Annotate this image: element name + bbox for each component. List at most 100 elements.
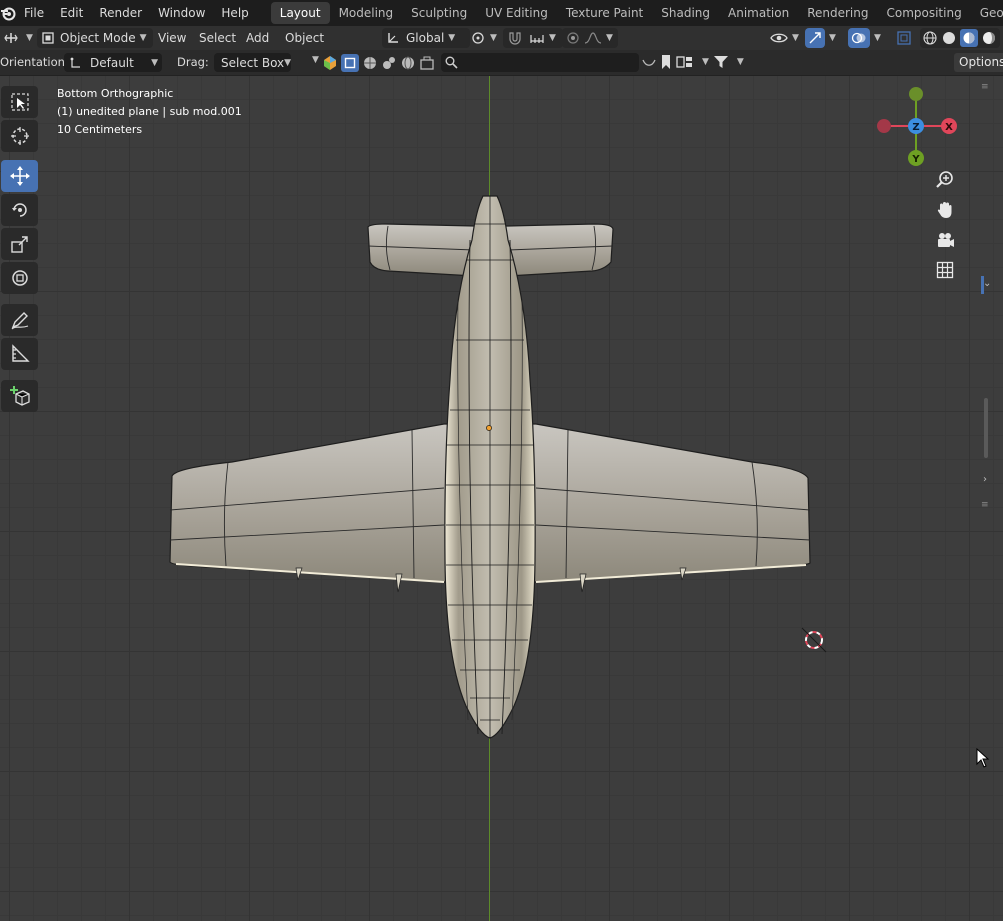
filter-icons: ▼ ▼	[642, 54, 744, 70]
cursor-tool[interactable]	[1, 120, 38, 152]
3d-cursor-icon[interactable]	[800, 626, 828, 654]
filter-funnel-icon[interactable]	[713, 54, 729, 70]
chevron-down-icon[interactable]: ▼	[702, 57, 709, 67]
tab-modeling[interactable]: Modeling	[330, 2, 403, 24]
gizmo-z-handle[interactable]: Z	[908, 118, 924, 134]
blender-logo-icon[interactable]	[0, 0, 16, 26]
menu-window[interactable]: Window	[150, 0, 213, 26]
gizmo-neg-y-handle[interactable]	[909, 87, 923, 101]
select-light-icon[interactable]	[381, 55, 397, 71]
select-mesh-icon[interactable]	[362, 55, 378, 71]
drag-handle-icon[interactable]: ≡	[981, 82, 989, 92]
select-world-icon[interactable]	[400, 55, 416, 71]
solid-shading-icon[interactable]	[941, 30, 957, 46]
display-filter-icon[interactable]	[676, 54, 694, 70]
color-picker-icon[interactable]	[322, 55, 338, 71]
transform-icon	[11, 270, 28, 286]
tab-geometry-nodes[interactable]: Geometry Nodes	[971, 2, 1003, 24]
orientation-label: Orientation:	[0, 55, 69, 69]
tab-uv-editing[interactable]: UV Editing	[476, 2, 557, 24]
overlays-toggle[interactable]: ▼	[848, 28, 881, 48]
shading-modes	[920, 28, 1000, 48]
move-tool[interactable]	[1, 160, 38, 192]
search-input[interactable]	[441, 53, 639, 72]
curve-toggle-icon[interactable]	[642, 55, 656, 69]
rotate-tool[interactable]	[1, 194, 38, 226]
rendered-shading-icon[interactable]	[981, 30, 997, 46]
gizmo-toggle[interactable]: ▼	[805, 28, 836, 48]
transform-orientation-selector[interactable]: Global ▼	[382, 28, 470, 48]
gizmo-neg-x-handle[interactable]	[877, 119, 891, 133]
tab-rendering[interactable]: Rendering	[798, 2, 877, 24]
menu-view[interactable]: View	[158, 28, 186, 48]
hand-icon	[937, 202, 952, 218]
eye-icon	[770, 33, 788, 43]
transform-tool[interactable]	[1, 262, 38, 294]
menu-add[interactable]: Add	[246, 28, 269, 48]
drag-dropdown[interactable]: Select Box ▼	[214, 53, 291, 72]
menu-select[interactable]: Select	[199, 28, 236, 48]
chevron-down-icon: ▼	[26, 33, 33, 43]
xray-toggle[interactable]	[896, 28, 912, 48]
mode-selector[interactable]: Object Mode ▼	[37, 28, 153, 48]
tab-animation[interactable]: Animation	[719, 2, 798, 24]
bookmark-icon[interactable]	[660, 54, 672, 70]
options-button[interactable]: Options	[954, 53, 1003, 72]
select-other-icon[interactable]	[419, 55, 435, 71]
chevron-right-icon[interactable]: ›	[983, 474, 987, 485]
material-preview-shading-icon[interactable]	[960, 29, 978, 47]
sidebar-edge: ≡ ⌄ › ≡	[975, 76, 1003, 921]
pan-button[interactable]	[931, 196, 959, 224]
workspace-tabs: Layout Modeling Sculpting UV Editing Tex…	[270, 0, 1003, 26]
scale-icon	[10, 236, 28, 253]
overlays-icon	[848, 28, 870, 48]
pivot-icon	[472, 32, 484, 44]
select-box-tool[interactable]	[1, 86, 38, 118]
rotate-icon	[11, 203, 27, 217]
camera-view-button[interactable]	[931, 226, 959, 254]
proportional-editing-toggle[interactable]: ▼	[562, 28, 618, 48]
select-object-icon[interactable]	[341, 54, 359, 72]
collapse-chevron-icon[interactable]: ▼	[312, 55, 319, 65]
zoom-icon	[936, 171, 953, 188]
menu-render[interactable]: Render	[91, 0, 150, 26]
annotate-tool[interactable]	[1, 304, 38, 336]
airplane-model[interactable]	[0, 76, 1003, 921]
tab-sculpting[interactable]: Sculpting	[402, 2, 476, 24]
menu-object[interactable]: Object	[285, 28, 324, 48]
menu-edit[interactable]: Edit	[52, 0, 91, 26]
magnet-icon	[509, 32, 521, 45]
ruler-icon	[11, 344, 30, 362]
tab-compositing[interactable]: Compositing	[877, 2, 970, 24]
gizmo-x-handle[interactable]: X	[941, 118, 957, 134]
orientation-dropdown[interactable]: Default ▼	[64, 53, 162, 72]
editor-type-selector[interactable]: ▼	[4, 28, 33, 48]
camera-icon	[938, 233, 954, 247]
fuselage	[444, 195, 536, 739]
tab-texture-paint[interactable]: Texture Paint	[557, 2, 652, 24]
wireframe-shading-icon[interactable]	[922, 30, 938, 46]
menu-help[interactable]: Help	[213, 0, 256, 26]
measure-tool[interactable]	[1, 338, 38, 370]
chevron-down-icon[interactable]: ▼	[737, 57, 744, 67]
toggle-ortho-button[interactable]	[931, 256, 959, 284]
chevron-down-icon: ▼	[151, 57, 158, 68]
pivot-point-selector[interactable]: ▼	[470, 28, 497, 48]
scale-tool[interactable]	[1, 228, 38, 260]
tab-layout[interactable]: Layout	[270, 2, 330, 24]
move-icon	[9, 166, 30, 186]
add-cube-tool[interactable]	[1, 380, 38, 412]
3d-viewport[interactable]: Bottom Orthographic (1) unedited plane |…	[0, 76, 1003, 921]
gizmo-y-handle[interactable]: Y	[908, 150, 924, 166]
tab-shading[interactable]: Shading	[652, 2, 719, 24]
navigation-gizmo[interactable]: X Y Z	[870, 82, 965, 172]
zoom-button[interactable]	[931, 166, 959, 194]
snap-toggle[interactable]: ▼	[503, 28, 563, 48]
visibility-selector[interactable]: ▼	[770, 28, 799, 48]
drag-label: Drag:	[177, 55, 209, 69]
menu-file[interactable]: File	[16, 0, 52, 26]
drag-handle-icon[interactable]: ≡	[981, 500, 989, 510]
svg-text:Z: Z	[912, 122, 919, 133]
scrollbar-thumb[interactable]	[984, 398, 988, 458]
chevron-down-icon[interactable]: ⌄	[983, 278, 991, 289]
